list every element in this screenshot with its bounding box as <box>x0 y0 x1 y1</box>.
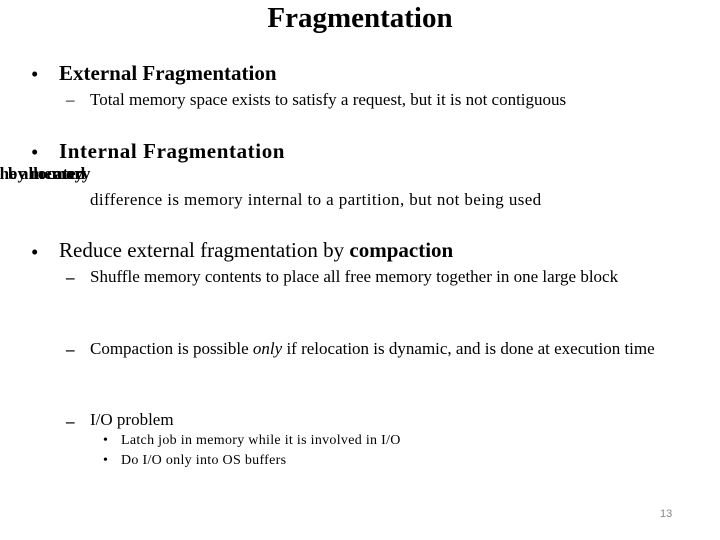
compaction-shuffle-text: Shuffle memory contents to place all fre… <box>90 267 619 286</box>
dash-icon: – <box>66 412 75 431</box>
bullet-icon: • <box>103 433 108 448</box>
heading-external-fragmentation: External Fragmentation <box>59 61 277 85</box>
page-number: 13 <box>660 508 673 520</box>
heading-compaction-prefix: Reduce external fragmentation by <box>59 238 350 262</box>
io-latch-text: Latch job in memory while it is involved… <box>121 433 401 448</box>
io-buffers-text: Do I/O only into OS buffers <box>121 453 287 468</box>
dash-icon: – <box>66 90 75 109</box>
overlapped-word: may <box>52 164 84 183</box>
heading-internal-fragmentation: Internal Fragmentation <box>59 139 286 163</box>
bullet-icon: • <box>31 140 39 164</box>
dash-icon: – <box>66 268 75 287</box>
relocation-text-before: Compaction is possible <box>90 339 253 358</box>
bullet-icon: • <box>31 62 39 86</box>
relocation-text-after: if relocation is dynamic, and is done at… <box>282 339 655 358</box>
heading-compaction: Reduce external fragmentation by compact… <box>59 238 453 263</box>
compaction-relocation-text: Compaction is possible only if relocatio… <box>90 337 684 361</box>
io-problem-text: I/O problem <box>90 410 174 429</box>
bullet-icon: • <box>31 240 39 264</box>
overlapped-text: the by allocated memory may <box>0 164 104 186</box>
dash-icon: – <box>66 340 75 359</box>
internal-fragmentation-desc: difference is memory internal to a parti… <box>90 190 542 209</box>
relocation-text-italic: only <box>252 339 283 358</box>
external-fragmentation-desc: Total memory space exists to satisfy a r… <box>90 90 567 109</box>
heading-compaction-bold: compaction <box>349 238 454 262</box>
slide-title: Fragmentation <box>267 2 453 34</box>
bullet-icon: • <box>103 453 108 468</box>
